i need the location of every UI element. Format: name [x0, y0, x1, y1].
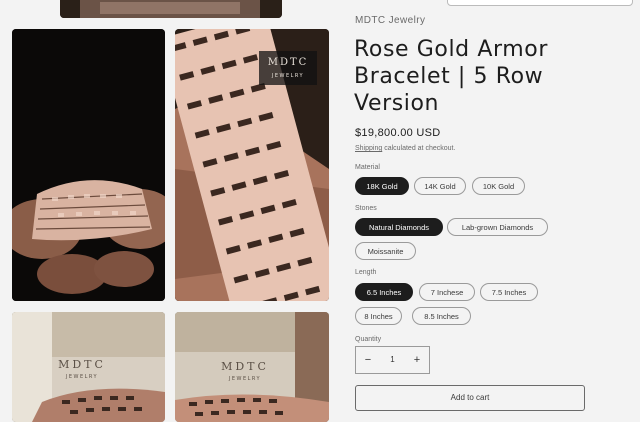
option-stone-natural[interactable]: Natural Diamonds — [355, 218, 443, 236]
stones-label: Stones — [355, 205, 377, 212]
plus-icon[interactable]: + — [405, 347, 429, 373]
option-stone-lab-grown[interactable]: Lab-grown Diamonds — [447, 218, 548, 236]
quantity-stepper: − 1 + — [355, 346, 430, 374]
gallery-image-2[interactable]: MDTC JEWELRY — [175, 29, 329, 301]
option-material-14k[interactable]: 14K Gold — [414, 177, 466, 195]
option-length-7[interactable]: 7 Inchese — [419, 283, 475, 301]
product-vendor: MDTC Jewelry — [355, 15, 426, 26]
shipping-link[interactable]: Shipping — [355, 145, 382, 152]
minus-icon[interactable]: − — [356, 347, 380, 373]
option-material-10k[interactable]: 10K Gold — [472, 177, 525, 195]
shipping-note: Shipping calculated at checkout. — [355, 145, 455, 152]
product-title: Rose Gold Armor Bracelet | 5 Row Version — [354, 37, 548, 116]
gallery-image-1[interactable] — [12, 29, 165, 301]
option-length-6-5[interactable]: 6.5 Inches — [355, 283, 413, 301]
svg-text:JEWELRY: JEWELRY — [65, 374, 98, 380]
option-material-18k[interactable]: 18K Gold — [355, 177, 409, 195]
option-length-8-5[interactable]: 8.5 Inches — [412, 307, 471, 325]
dropdown-panel-edge — [447, 0, 633, 6]
svg-text:JEWELRY: JEWELRY — [228, 376, 261, 382]
gallery-image-3[interactable]: MDTC JEWELRY — [12, 312, 165, 422]
quantity-label: Quantity — [355, 336, 382, 343]
svg-text:MDTC: MDTC — [268, 57, 309, 68]
option-length-8[interactable]: 8 Inches — [355, 307, 402, 325]
add-to-cart-button[interactable]: Add to cart — [355, 385, 585, 411]
quantity-input[interactable]: 1 — [380, 347, 405, 373]
material-label: Material — [355, 164, 380, 171]
svg-text:MDTC: MDTC — [58, 358, 106, 371]
svg-text:JEWELRY: JEWELRY — [271, 73, 304, 79]
gallery-image-4[interactable]: MDTC JEWELRY — [175, 312, 329, 422]
svg-text:MDTC: MDTC — [221, 360, 269, 373]
product-price: $19,800.00 USD — [355, 127, 441, 139]
option-stone-moissanite[interactable]: Moissanite — [355, 242, 416, 260]
shipping-note-text: calculated at checkout. — [382, 145, 456, 152]
length-label: Length — [355, 269, 377, 276]
gallery-image-top-cropped[interactable] — [60, 0, 282, 18]
option-length-7-5[interactable]: 7.5 Inches — [480, 283, 538, 301]
